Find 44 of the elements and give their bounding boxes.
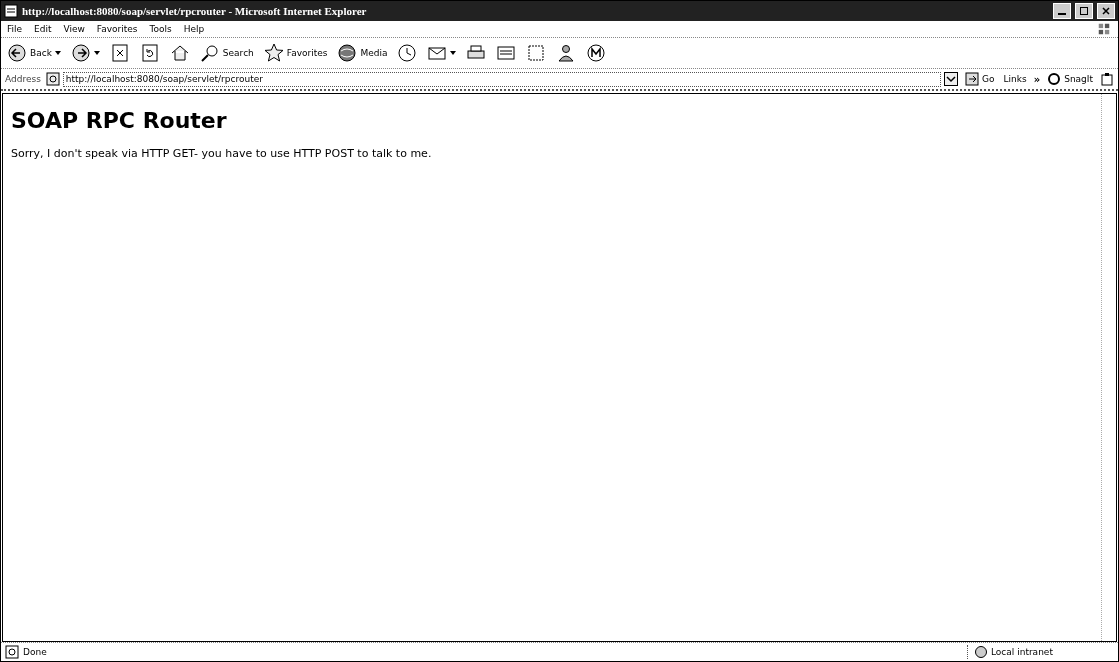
back-button[interactable]: Back [5, 42, 63, 64]
media-button[interactable]: Media [335, 42, 390, 64]
maximize-icon [1079, 6, 1089, 16]
menu-item[interactable]: View [63, 24, 85, 34]
clipboard-icon[interactable] [1100, 72, 1114, 86]
page-icon [45, 72, 60, 86]
go-button[interactable]: Go [963, 72, 997, 86]
clock-icon [397, 43, 418, 63]
snagit-button[interactable]: SnagIt [1045, 72, 1095, 86]
search-icon [199, 43, 220, 63]
page-icon [526, 43, 547, 63]
close-button[interactable] [1097, 3, 1115, 19]
home-icon [169, 43, 190, 63]
globe-icon [337, 43, 358, 63]
minimize-icon [1058, 13, 1066, 15]
globe-icon [974, 645, 988, 659]
refresh-icon [139, 43, 160, 63]
status-text: Done [23, 647, 47, 657]
address-label: Address [5, 74, 41, 84]
menu-item[interactable]: Help [183, 24, 205, 34]
page-text: Sorry, I don't speak via HTTP GET- you have to use HTTP POST to talk to me. [11, 147, 433, 160]
favorites-button[interactable]: Favorites [261, 42, 330, 64]
person-icon [556, 43, 577, 63]
menu-item[interactable]: Tools [149, 24, 172, 34]
menu-item[interactable]: Edit [34, 24, 52, 34]
document-icon [496, 43, 517, 63]
minimize-button[interactable] [1053, 3, 1071, 19]
menu-item[interactable]: Favorites [96, 24, 138, 34]
page-icon [5, 645, 19, 659]
star-icon [263, 43, 284, 63]
zone-text: Local intranet [991, 647, 1053, 657]
arrow-icon [965, 72, 980, 86]
close-icon [1101, 6, 1111, 16]
search-button[interactable]: Search [197, 42, 256, 64]
links-button[interactable]: Links [1001, 74, 1029, 84]
chevron[interactable]: » [1033, 73, 1041, 85]
page-icon [4, 4, 18, 18]
menu-item[interactable]: File [7, 24, 23, 34]
address-field[interactable]: http://localhost:8080/soap/servlet/rpcrouter [62, 71, 942, 87]
stop-icon [109, 43, 130, 63]
page-heading: SOAP RPC Router [11, 108, 228, 133]
maximize-button[interactable] [1075, 3, 1093, 19]
windows-flag-icon [1096, 22, 1112, 36]
window-title: http://localhost:8080/soap/servlet/rpcrouter - Microsoft Internet Explorer [22, 5, 367, 17]
